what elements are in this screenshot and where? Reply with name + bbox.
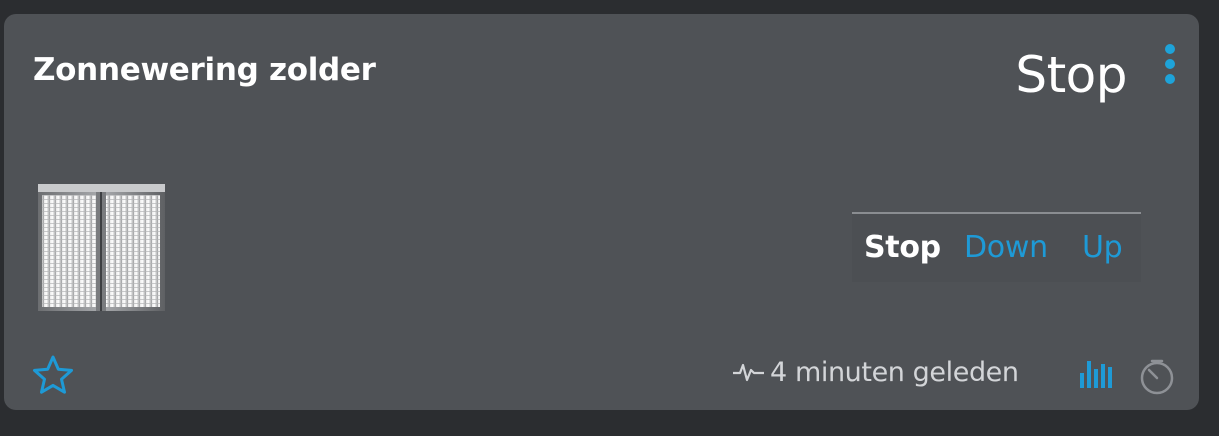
- last-update-text: 4 minuten geleden: [770, 356, 1019, 388]
- star-outline-icon[interactable]: [32, 354, 74, 396]
- pulse-icon: [733, 363, 764, 382]
- last-update: 4 minuten geleden: [732, 355, 1019, 389]
- menu-dot: [1165, 74, 1175, 84]
- device-status: Stop: [1015, 46, 1127, 104]
- blinds-icon: [38, 184, 165, 311]
- device-name: Zonnewering zolder: [33, 52, 376, 88]
- up-button[interactable]: Up: [1082, 230, 1123, 265]
- stop-button[interactable]: Stop: [864, 230, 941, 265]
- blind-control-bar: Stop Down Up: [852, 212, 1141, 282]
- down-button[interactable]: Down: [964, 230, 1048, 265]
- menu-dot: [1165, 44, 1175, 54]
- menu-dot: [1165, 59, 1175, 69]
- device-card: Zonnewering zolder Stop Stop Down Up 4 m…: [4, 14, 1199, 410]
- bar-chart-icon[interactable]: [1078, 356, 1112, 390]
- timer-icon[interactable]: [1138, 358, 1176, 396]
- vertical-dots-icon[interactable]: [1163, 44, 1177, 92]
